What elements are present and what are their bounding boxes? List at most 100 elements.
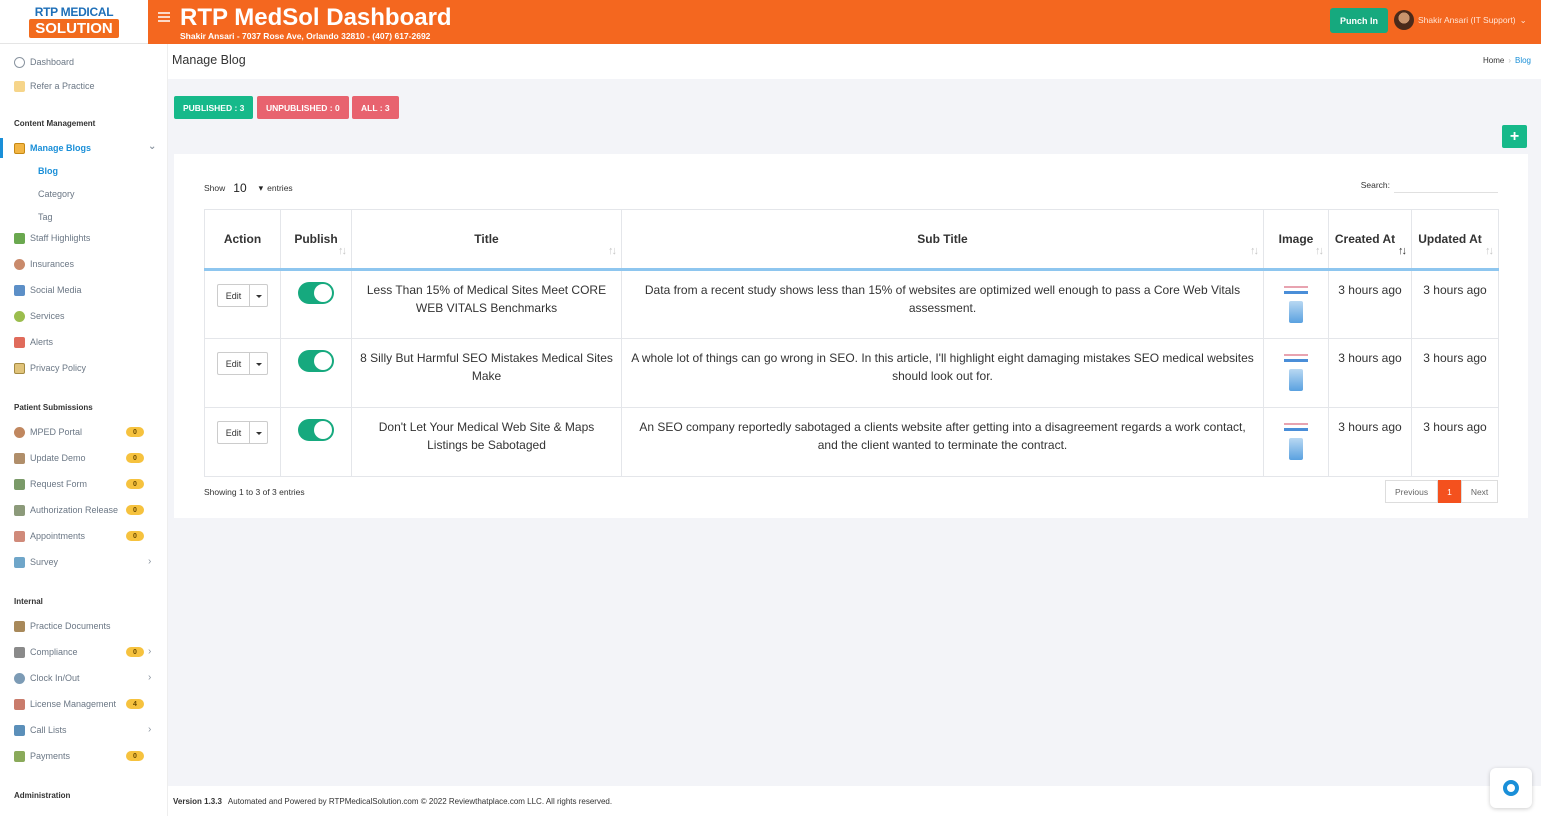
section-administration: Administration [14,791,71,800]
help-widget-button[interactable] [1490,768,1532,808]
sidebar-item-appointments[interactable]: Appointments 0 [0,526,167,546]
sidebar-item-survey[interactable]: Survey › [0,552,167,572]
section-content-management: Content Management [14,119,96,128]
blog-thumbnail[interactable] [1281,418,1311,466]
punch-in-button[interactable]: Punch In [1330,8,1388,33]
sidebar-item-call-lists[interactable]: Call Lists › [0,720,167,740]
breadcrumb-current: Blog [1514,56,1531,65]
breadcrumb-home[interactable]: Home [1483,56,1504,65]
lifebuoy-icon [1503,780,1519,796]
next-page-button[interactable]: Next [1460,480,1499,503]
action-dropdown-button[interactable] [250,284,269,307]
add-blog-button[interactable]: + [1502,125,1527,148]
user-name: Shakir Ansari (IT Support) [1418,15,1516,25]
sidebar-subitem-category[interactable]: Category [38,189,75,199]
calendar-icon [14,530,25,542]
sort-icon: ↑↓ [1485,245,1494,257]
entries-select[interactable]: 10 ▾ [233,181,263,195]
column-header-updated-at[interactable]: Updated At ↑↓ [1411,209,1499,270]
sidebar-subitem-tag[interactable]: Tag [38,212,53,222]
user-menu[interactable]: Shakir Ansari (IT Support) ⌄ [1394,10,1527,30]
update-demo-icon [14,452,25,464]
previous-page-button[interactable]: Previous [1385,480,1439,503]
column-header-created-at[interactable]: Created At ↑↓ [1328,209,1412,270]
sidebar-item-alerts[interactable]: Alerts [0,332,167,352]
sidebar-item-authorization-release[interactable]: Authorization Release 0 [0,500,167,520]
sidebar-item-request-form[interactable]: Request Form 0 [0,474,167,494]
sort-icon: ↑↓ [1315,245,1324,257]
table-row: Edit Don't Let Your Medical Web Site & M… [204,407,1499,477]
edit-button[interactable]: Edit [216,421,251,444]
pagination: Previous 1 Next [1385,480,1499,503]
sidebar-item-privacy-policy[interactable]: Privacy Policy [0,358,167,378]
search-input[interactable] [1394,177,1498,193]
row-action-group: Edit [216,284,269,307]
sidebar-item-dashboard[interactable]: Dashboard [0,52,167,72]
row-subtitle: Data from a recent study shows less than… [621,269,1264,339]
column-header-publish[interactable]: Publish ↑↓ [280,209,352,270]
count-badge: 0 [126,479,144,489]
column-header-image[interactable]: Image ↑↓ [1263,209,1329,270]
publish-toggle[interactable] [298,350,334,372]
sidebar-item-compliance[interactable]: Compliance 0 › [0,642,167,662]
refer-icon [14,80,25,92]
page-1-button[interactable]: 1 [1438,480,1461,503]
blog-thumbnail[interactable] [1281,349,1311,397]
blog-thumbnail[interactable] [1281,281,1311,329]
copyright-text: Automated and Powered by RTPMedicalSolut… [227,796,613,806]
sidebar-item-payments[interactable]: Payments 0 [0,746,167,766]
sidebar-subitem-blog[interactable]: Blog [38,166,58,176]
payments-icon [14,750,25,762]
sidebar-item-mped-portal[interactable]: MPED Portal 0 [0,422,167,442]
sidebar-item-practice-documents[interactable]: Practice Documents [0,616,167,636]
practice-address: Shakir Ansari - 7037 Rose Ave, Orlando 3… [180,31,431,41]
compliance-icon [14,646,25,658]
request-form-icon [14,478,25,490]
sidebar-item-license-management[interactable]: License Management 4 [0,694,167,714]
sidebar-item-clock-in-out[interactable]: Clock In/Out › [0,668,167,688]
portal-icon [14,426,25,438]
filter-published-button[interactable]: PUBLISHED : 3 [174,96,254,119]
app-title: RTP MedSol Dashboard [180,4,452,31]
table-search: Search: [1361,177,1498,193]
sidebar-item-social-media[interactable]: Social Media [0,280,167,300]
sidebar-item-insurances[interactable]: Insurances [0,254,167,274]
sidebar-item-manage-blogs[interactable]: Manage Blogs ⌄ [0,138,167,158]
logo[interactable]: RTP MEDICAL SOLUTION [0,0,148,44]
dashboard-icon [14,56,25,68]
insurance-icon [14,258,25,270]
staff-icon [14,232,25,244]
chevron-right-icon: › [148,646,152,657]
services-icon [14,310,25,322]
chevron-right-icon: › [148,556,152,567]
search-label: Search: [1360,180,1390,190]
blog-table-card: Show 10 ▾ entries Search: Action Publish… [174,154,1528,518]
column-header-subtitle[interactable]: Sub Title ↑↓ [621,209,1264,270]
count-badge: 0 [126,531,144,541]
social-media-icon [14,284,25,296]
sidebar-item-services[interactable]: Services [0,306,167,326]
sidebar-item-update-demo[interactable]: Update Demo 0 [0,448,167,468]
publish-toggle[interactable] [298,419,334,441]
column-header-title[interactable]: Title ↑↓ [351,209,622,270]
edit-button[interactable]: Edit [216,284,251,307]
publish-toggle[interactable] [298,282,334,304]
chevron-down-icon: ⌄ [148,141,157,152]
sidebar-item-staff-highlights[interactable]: Staff Highlights [0,228,167,248]
filter-all-button[interactable]: ALL : 3 [352,96,399,119]
action-dropdown-button[interactable] [250,352,269,375]
action-dropdown-button[interactable] [250,421,269,444]
hamburger-menu-icon[interactable] [158,12,170,22]
row-created-at: 3 hours ago [1328,269,1412,339]
survey-icon [14,556,25,568]
count-badge: 0 [126,427,144,437]
table-header-row: Action Publish ↑↓ Title ↑↓ Sub Title ↑↓ Ima… [204,209,1499,270]
sidebar-item-refer-practice[interactable]: Refer a Practice [0,76,167,96]
table-row: Edit Less Than 15% of Medical Sites Meet… [204,269,1499,339]
chevron-down-icon: ⌄ [1519,14,1527,25]
sort-icon: ↑↓ [1250,245,1259,257]
alerts-icon [14,336,25,348]
filter-unpublished-button[interactable]: UNPUBLISHED : 0 [257,96,349,119]
count-badge: 0 [126,647,144,657]
edit-button[interactable]: Edit [216,352,251,375]
